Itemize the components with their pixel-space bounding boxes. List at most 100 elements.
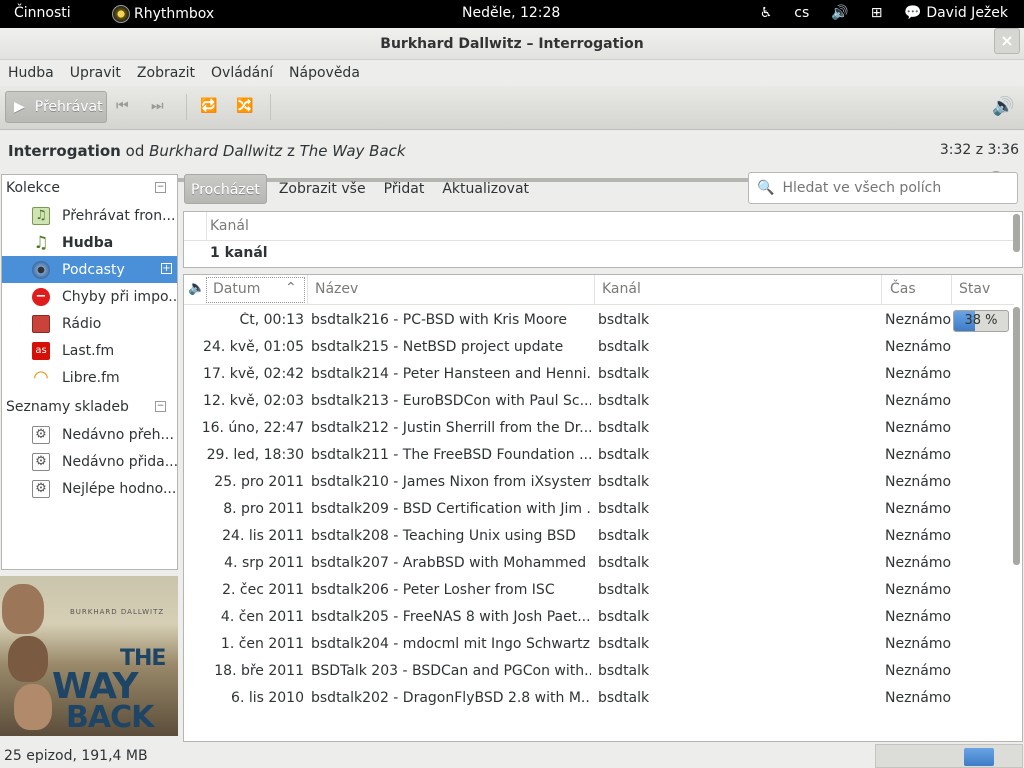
play-button[interactable]: ▶ Přehrávat [5, 91, 107, 123]
episode-date: 25. pro 2011 [214, 474, 304, 490]
app-menu[interactable]: Rhythmbox [112, 5, 214, 23]
column-header-name[interactable]: Název [315, 281, 358, 297]
shuffle-icon[interactable]: 🔀 [236, 98, 253, 114]
table-row[interactable]: 24. lis 2011 bsdtalk208 - Teaching Unix u… [184, 523, 1014, 550]
tab-show-all[interactable]: Zobrazit vše [273, 174, 372, 204]
episode-date: 12. kvě, 02:03 [203, 393, 304, 409]
menu-hudba[interactable]: Hudba [8, 60, 54, 86]
episode-date: 6. lis 2010 [231, 690, 304, 706]
table-row[interactable]: 4. srp 2011 bsdtalk207 - ArabBSD with Moh… [184, 550, 1014, 577]
sidebar-item-top-rated[interactable]: ⚙ Nejlépe hodno... [2, 475, 177, 502]
column-header-time[interactable]: Čas [890, 281, 916, 297]
menu-ovladani[interactable]: Ovládání [211, 60, 273, 86]
search-box[interactable]: 🔍 [748, 172, 1018, 204]
table-row[interactable]: 6. lis 2010 bsdtalk202 - DragonFlyBSD 2.8… [184, 685, 1014, 712]
playlists-header[interactable]: Seznamy skladeb − [6, 394, 176, 421]
episode-channel: bsdtalk [598, 447, 650, 463]
sidebar-item-import-errors[interactable]: − Chyby při impo... [2, 283, 177, 310]
art-face [8, 636, 48, 682]
network-icon[interactable]: ⊞ [871, 5, 883, 21]
activities-button[interactable]: Činnosti [14, 5, 71, 21]
volume-icon[interactable]: 🔊 [831, 5, 848, 21]
channel-column-header[interactable]: Kanál [210, 218, 249, 234]
top-panel: Činnosti Rhythmbox Neděle, 12:28 ♿ cs 🔊 … [0, 0, 1024, 28]
horizontal-scrollbar[interactable] [875, 744, 1023, 768]
sidebar-item-label: Přehrávat fron... [62, 207, 176, 224]
sidebar-item-recently-added[interactable]: ⚙ Nedávno přida... [2, 448, 177, 475]
column-separator [307, 275, 308, 305]
table-row[interactable]: 16. úno, 22:47 bsdtalk212 - Justin Sherri… [184, 415, 1014, 442]
table-row[interactable]: 29. led, 18:30 bsdtalk211 - The FreeBSD F… [184, 442, 1014, 469]
podcast-icon [32, 260, 50, 279]
table-row[interactable]: 24. kvě, 01:05 bsdtalk215 - NetBSD projec… [184, 334, 1014, 361]
keyboard-layout[interactable]: cs [794, 5, 809, 21]
table-row[interactable]: 8. pro 2011 bsdtalk209 - BSD Certificatio… [184, 496, 1014, 523]
table-row[interactable]: 12. kvě, 02:03 bsdtalk213 - EuroBSDCon wi… [184, 388, 1014, 415]
table-row[interactable]: 17. kvě, 02:42 bsdtalk214 - Peter Hanstee… [184, 361, 1014, 388]
episode-time: Neznámo [885, 609, 952, 625]
next-icon[interactable]: ⏭ [151, 98, 164, 114]
librefm-icon: ◠ [33, 367, 49, 388]
column-header-status[interactable]: Stav [959, 281, 990, 297]
table-row[interactable]: 25. pro 2011 bsdtalk210 - James Nixon fro… [184, 469, 1014, 496]
column-header-date[interactable]: Datum [213, 281, 260, 297]
table-row[interactable]: 1. čen 2011 bsdtalk204 - mdocml mit Ingo … [184, 631, 1014, 658]
column-header-channel[interactable]: Kanál [602, 281, 641, 297]
play-queue-icon: ♫ [32, 206, 50, 225]
collection-header[interactable]: Kolekce − [6, 175, 176, 202]
table-row[interactable]: 2. čec 2011 bsdtalk206 - Peter Losher fro… [184, 577, 1014, 604]
menu-upravit[interactable]: Upravit [70, 60, 121, 86]
user-menu[interactable]: 💬 David Ježek [904, 5, 1008, 21]
sidebar-item-play-queue[interactable]: ♫ Přehrávat fron... [2, 202, 177, 229]
sidebar-item-music[interactable]: ♫ Hudba [2, 229, 177, 256]
podcast-toolbar: Procházet Zobrazit vše Přidat Aktualizov… [184, 174, 541, 204]
menu-napoveda[interactable]: Nápověda [289, 60, 360, 86]
table-row[interactable]: 18. bře 2011 BSDTalk 203 - BSDCan and PGC… [184, 658, 1014, 685]
collapse-icon[interactable]: − [155, 182, 166, 193]
window-titlebar: Burkhard Dallwitz – Interrogation × [0, 28, 1024, 60]
episode-date: 24. kvě, 01:05 [203, 339, 304, 355]
column-separator [206, 212, 207, 240]
close-window-button[interactable]: × [994, 28, 1020, 54]
sidebar-item-recently-played[interactable]: ⚙ Nedávno přeh... [2, 421, 177, 448]
play-label: Přehrávat [34, 99, 103, 115]
volume-button-icon[interactable]: 🔊 [992, 96, 1014, 117]
channel-row[interactable]: 1 kanál [210, 245, 268, 261]
sidebar-item-podcasts[interactable]: Podcasty + [2, 256, 177, 283]
episode-time: Neznámo [885, 366, 952, 382]
episode-channel: bsdtalk [598, 420, 650, 436]
episode-channel: bsdtalk [598, 339, 650, 355]
toolbar: ▶ Přehrávat ⏮ ⏭ 🔁 🔀 🔊 [0, 86, 1024, 130]
sidebar-item-label: Nedávno přeh... [62, 426, 174, 443]
previous-icon[interactable]: ⏮ [116, 98, 129, 114]
sidebar-item-librefm[interactable]: ◠ Libre.fm [2, 364, 177, 391]
sidebar-item-lastfm[interactable]: as Last.fm [2, 337, 177, 364]
sidebar-item-label: Libre.fm [62, 369, 120, 386]
episode-date: 29. led, 18:30 [206, 447, 304, 463]
episode-scrollbar[interactable] [1013, 307, 1020, 565]
gear-icon: ⚙ [32, 425, 50, 444]
episode-time: Neznámo [885, 501, 952, 517]
channel-scrollbar[interactable] [1013, 214, 1020, 252]
art-face [14, 684, 52, 730]
table-row[interactable]: Čt, 00:13 bsdtalk216 - PC-BSD with Kris M… [184, 307, 1014, 334]
episode-channel: bsdtalk [598, 501, 650, 517]
table-row[interactable]: 4. čen 2011 bsdtalk205 - FreeNAS 8 with J… [184, 604, 1014, 631]
tab-add[interactable]: Přidat [378, 174, 431, 204]
accessibility-icon[interactable]: ♿ [760, 5, 773, 21]
tab-browse[interactable]: Procházet [184, 174, 267, 204]
episode-name: bsdtalk212 - Justin Sherrill from the Dr… [311, 420, 591, 436]
tab-update[interactable]: Aktualizovat [436, 174, 535, 204]
horizontal-scrollbar-thumb[interactable] [964, 748, 994, 766]
collapse-icon[interactable]: − [155, 401, 166, 412]
channel-browser: Kanál 1 kanál [183, 211, 1023, 268]
radio-icon [32, 314, 50, 333]
search-input[interactable] [780, 179, 1001, 197]
repeat-icon[interactable]: 🔁 [200, 98, 217, 114]
sidebar-item-radio[interactable]: Rádio [2, 310, 177, 337]
expand-icon[interactable]: + [161, 263, 172, 274]
clock[interactable]: Neděle, 12:28 [462, 5, 560, 21]
art-title-line3: BACK [66, 700, 154, 735]
menu-zobrazit[interactable]: Zobrazit [137, 60, 195, 86]
episode-channel: bsdtalk [598, 366, 650, 382]
